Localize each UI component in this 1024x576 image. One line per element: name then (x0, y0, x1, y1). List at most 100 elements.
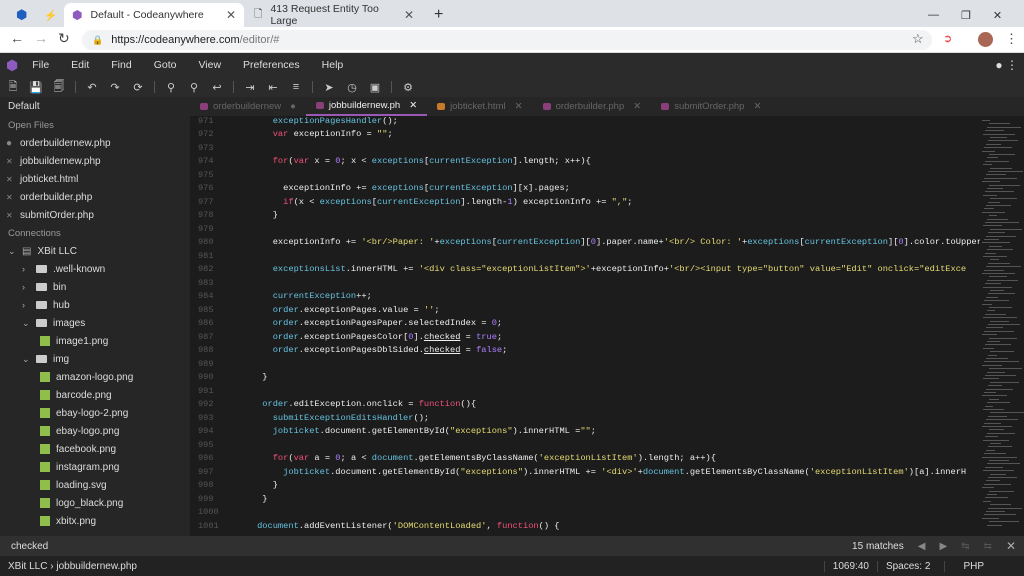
tree-item-image[interactable]: image1.png (40, 332, 108, 350)
menu-help[interactable]: Help (322, 59, 344, 71)
browser-tab-413[interactable]: 🗋 413 Request Entity Too Large ✕ (246, 3, 422, 27)
menu-edit[interactable]: Edit (71, 59, 89, 71)
chevron-right-icon[interactable]: › (22, 282, 30, 292)
toolbar-divider (391, 81, 392, 93)
indentation-setting[interactable]: Spaces: 2 (876, 560, 944, 572)
close-tab-icon[interactable]: ✕ (633, 101, 641, 112)
close-tab-icon[interactable]: ✕ (226, 8, 236, 22)
code-line: } (231, 371, 267, 385)
tree-item-folder[interactable]: ⌄ images (22, 314, 85, 332)
refresh-icon[interactable]: ⟳ (131, 81, 145, 94)
open-file-item[interactable]: ✕ jobbuildernew.php (6, 152, 101, 170)
indent-icon[interactable]: ⇥ (243, 81, 257, 94)
undo-icon[interactable]: ↶ (85, 81, 99, 94)
editor-tab[interactable]: orderbuildernew ● (190, 97, 306, 116)
menu-goto[interactable]: Goto (154, 59, 177, 71)
menu-kebab-icon[interactable]: ⋮ (1005, 31, 1018, 47)
tree-item-image[interactable]: xbitx.png (40, 512, 96, 530)
close-tab-icon[interactable]: ✕ (409, 100, 417, 111)
chevron-right-icon[interactable]: › (22, 264, 30, 274)
language-mode[interactable]: PHP (944, 560, 1024, 572)
wrap-icon[interactable]: ↩ (210, 81, 224, 94)
editor-tab[interactable]: jobticket.html ✕ (427, 97, 532, 116)
forward-icon[interactable]: → (34, 30, 48, 46)
reload-icon[interactable]: ↻ (58, 30, 70, 47)
close-window-icon[interactable]: ✕ (993, 9, 1002, 22)
close-find-icon[interactable]: ✕ (1006, 539, 1016, 553)
tree-item-image[interactable]: ebay-logo.png (40, 422, 119, 440)
outdent-icon[interactable]: ⇤ (266, 81, 280, 94)
redo-icon[interactable]: ↷ (108, 81, 122, 94)
tree-item-image[interactable]: logo_black.png (40, 494, 123, 512)
find-input[interactable]: checked (11, 541, 48, 552)
tree-item-image[interactable]: instagram.png (40, 458, 119, 476)
tree-item-folder[interactable]: › hub (22, 296, 70, 314)
open-file-item[interactable]: ✕ jobticket.html (6, 170, 78, 188)
editor-tab[interactable]: submitOrder.php ✕ (651, 97, 771, 116)
replace-all-icon[interactable]: ⇆ (984, 541, 992, 552)
chevron-down-icon[interactable]: ⌄ (22, 318, 30, 329)
new-file-icon[interactable]: 🗎 (6, 78, 20, 97)
close-file-icon[interactable]: ✕ (6, 193, 14, 202)
minimize-icon[interactable]: — (928, 9, 939, 21)
open-file-item[interactable]: ✕ submitOrder.php (6, 206, 94, 224)
history-icon[interactable]: ◷ (345, 81, 359, 94)
new-tab-button[interactable]: + (426, 3, 451, 27)
code-token: ; (387, 129, 393, 139)
tree-item-image[interactable]: facebook.png (40, 440, 116, 458)
search-replace-icon[interactable]: ⚲ (187, 81, 201, 94)
tree-item-image[interactable]: ebay-logo-2.png (40, 404, 128, 422)
lock-icon: 🔒 (92, 34, 104, 45)
chevron-down-icon[interactable]: ⌄ (8, 246, 16, 257)
back-icon[interactable]: ← (10, 30, 24, 46)
tree-item-folder[interactable]: ⌄ img (22, 350, 69, 368)
bookmark-star-icon[interactable]: ☆ (912, 31, 924, 47)
close-tab-icon[interactable]: ✕ (515, 101, 523, 112)
open-file-item[interactable]: ✕ orderbuilder.php (6, 188, 92, 206)
replace-icon[interactable]: ↹ (961, 541, 969, 552)
tree-item-server[interactable]: ⌄ ▤ XBit LLC (8, 242, 77, 260)
open-file-item[interactable]: ● orderbuildernew.php (6, 134, 111, 152)
close-file-icon[interactable]: ✕ (6, 157, 14, 166)
tree-item-image[interactable]: amazon-logo.png (40, 368, 133, 386)
url-input[interactable]: 🔒 https://codeanywhere.com/editor/# (82, 30, 932, 50)
next-match-icon[interactable]: ▶ (939, 541, 947, 552)
modified-dot-icon[interactable]: ● (6, 138, 14, 149)
tree-item-image[interactable]: barcode.png (40, 386, 112, 404)
avatar[interactable] (978, 32, 993, 47)
pinned-tab-2[interactable]: ⚡ (36, 3, 62, 27)
restore-icon[interactable]: ❐ (961, 9, 971, 22)
tree-item-image[interactable]: loading.svg (40, 476, 107, 494)
menu-file[interactable]: File (32, 59, 49, 71)
chevron-right-icon[interactable]: › (22, 300, 30, 310)
tree-item-folder[interactable]: › bin (22, 278, 66, 296)
close-file-icon[interactable]: ✕ (6, 175, 14, 184)
save-all-icon[interactable]: 🗐 (52, 78, 66, 97)
code-editor[interactable]: 971 exceptionPagesHandler(); 972 var exce… (190, 116, 980, 536)
close-file-icon[interactable]: ✕ (6, 211, 14, 220)
tree-item-folder[interactable]: › .well-known (22, 260, 105, 278)
minimap[interactable] (980, 116, 1024, 536)
modified-dot-icon[interactable]: ● (290, 101, 296, 112)
preview-icon[interactable]: ▣ (368, 81, 382, 94)
save-icon[interactable]: 💾 (29, 81, 43, 94)
menu-view[interactable]: View (198, 59, 221, 71)
close-tab-icon[interactable]: ✕ (404, 8, 414, 22)
browser-tab-default[interactable]: ⬢ Default - Codeanywhere ✕ (64, 3, 244, 27)
editor-tab[interactable]: orderbuilder.php ✕ (533, 97, 652, 116)
chevron-down-icon[interactable]: ⌄ (22, 354, 30, 365)
pinned-tab-codeanywhere[interactable]: ⬢ (8, 3, 36, 27)
deploy-icon[interactable]: ➤ (322, 81, 336, 94)
extension-icon[interactable]: ➲ (943, 32, 952, 45)
user-menu-icon[interactable]: ● ⋮ (995, 58, 1018, 72)
editor-tab[interactable]: jobbuildernew.ph ✕ (305, 97, 428, 116)
image-file-icon (40, 516, 50, 526)
gear-icon[interactable]: ⚙ (401, 81, 415, 94)
search-icon[interactable]: ⚲ (164, 81, 178, 94)
prev-match-icon[interactable]: ◀ (918, 541, 926, 552)
close-tab-icon[interactable]: ✕ (753, 101, 761, 112)
format-icon[interactable]: ≡ (289, 81, 303, 93)
code-line: for(var x = 0; x < exceptions[currentExc… (231, 155, 591, 169)
menu-find[interactable]: Find (111, 59, 131, 71)
menu-preferences[interactable]: Preferences (243, 59, 300, 71)
